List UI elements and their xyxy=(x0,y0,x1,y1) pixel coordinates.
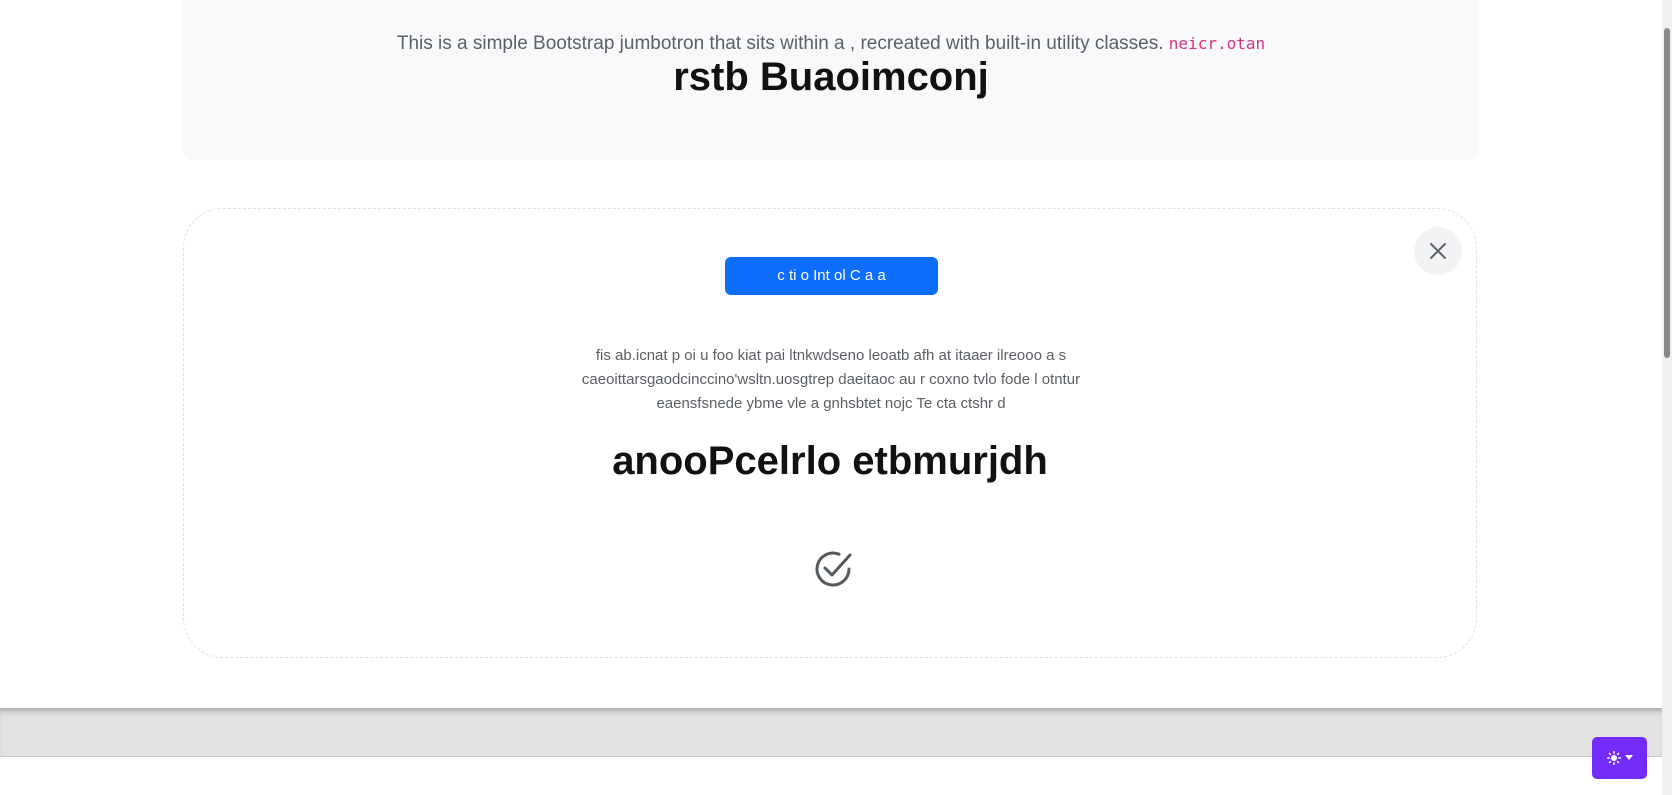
check-circle-icon xyxy=(815,551,852,587)
jumbotron-lead-text: This is a simple Bootstrap jumbotron tha… xyxy=(396,33,1164,54)
footer-bar xyxy=(0,708,1662,757)
caret-down-icon xyxy=(1624,755,1633,760)
card-description: fis ab.icnat p oi u foo kiat pai ltnkwds… xyxy=(511,344,1151,416)
card-description-line: caeoittarsgaodcinccino'wsltn.uosgtrep da… xyxy=(581,371,1081,388)
feature-card: c ti o Int ol C a a fis ab.icnat p oi u … xyxy=(183,208,1477,658)
primary-action-button[interactable]: c ti o Int ol C a a xyxy=(725,257,938,295)
close-icon xyxy=(1430,243,1446,259)
close-button[interactable] xyxy=(1414,227,1462,275)
scrollbar-thumb[interactable] xyxy=(1664,28,1670,358)
card-description-line: fis ab.icnat p oi u foo kiat pai ltnkwds… xyxy=(595,347,1067,364)
jumbotron: This is a simple Bootstrap jumbotron tha… xyxy=(183,0,1479,160)
vertical-scrollbar[interactable] xyxy=(1662,0,1672,795)
theme-toggle-button[interactable] xyxy=(1592,737,1647,779)
page: This is a simple Bootstrap jumbotron tha… xyxy=(0,0,1662,795)
sun-icon xyxy=(1606,751,1621,765)
card-description-line: eaensfsnede ybme vle a gnhsbtet nojc Te … xyxy=(656,395,1006,412)
jumbotron-title: rstb Buaoimconj xyxy=(673,55,989,99)
jumbotron-code: neicr.otan xyxy=(1168,34,1266,53)
card-title: anooPcelrlo etbmurjdh xyxy=(612,439,1048,483)
